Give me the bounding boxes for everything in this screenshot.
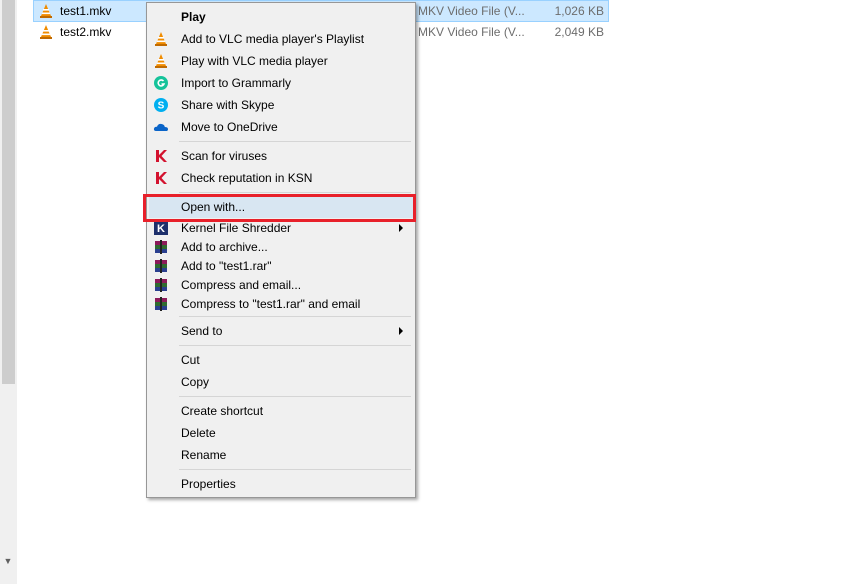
menu-item-move-onedrive[interactable]: Move to OneDrive	[149, 116, 413, 138]
winrar-books-icon	[155, 277, 167, 292]
kaspersky-icon	[156, 150, 167, 162]
submenu-arrow-icon	[399, 223, 403, 232]
vlc-cone-icon	[155, 32, 167, 46]
menu-item-delete[interactable]: Delete	[149, 422, 413, 444]
menu-item-label: Check reputation in KSN	[181, 171, 313, 185]
menu-item-label: Scan for viruses	[181, 149, 268, 163]
menu-item-label: Add to "test1.rar"	[181, 258, 272, 273]
menu-item-play-with-vlc[interactable]: Play with VLC media player	[149, 50, 413, 72]
svg-text:S: S	[158, 101, 165, 112]
menu-item-label: Copy	[181, 375, 210, 389]
menu-item-compress-rar-email[interactable]: Compress to "test1.rar" and email	[149, 294, 413, 313]
menu-separator	[179, 316, 411, 317]
menu-item-add-to-archive[interactable]: Add to archive...	[149, 237, 413, 256]
menu-item-check-ksn[interactable]: Check reputation in KSN	[149, 167, 413, 189]
kaspersky-icon	[156, 172, 167, 184]
menu-separator	[179, 345, 411, 346]
menu-item-add-to-rar[interactable]: Add to "test1.rar"	[149, 256, 413, 275]
menu-item-label: Play	[181, 10, 206, 24]
vlc-cone-icon	[40, 25, 52, 39]
menu-item-label: Delete	[181, 426, 216, 440]
menu-item-send-to[interactable]: Send to	[149, 320, 413, 342]
grammarly-icon	[154, 76, 168, 90]
menu-item-cut[interactable]: Cut	[149, 349, 413, 371]
context-menu: Play Add to VLC media player's Playlist …	[146, 2, 416, 498]
menu-separator	[179, 141, 411, 142]
menu-item-open-with[interactable]: Open with...	[149, 196, 413, 218]
menu-item-label: Import to Grammarly	[181, 76, 292, 90]
winrar-books-icon	[155, 258, 167, 273]
menu-item-label: Move to OneDrive	[181, 120, 278, 134]
menu-item-label: Rename	[181, 448, 227, 462]
menu-item-label: Open with...	[181, 200, 246, 214]
menu-item-kernel-file-shredder[interactable]: K Kernel File Shredder	[149, 218, 413, 237]
onedrive-cloud-icon	[153, 123, 168, 131]
scroll-down-arrow-icon[interactable]: ▼	[3, 556, 13, 566]
menu-item-rename[interactable]: Rename	[149, 444, 413, 466]
menu-item-label: Cut	[181, 353, 200, 367]
menu-item-label: Add to archive...	[181, 239, 268, 254]
file-type: MKV Video File (V...	[418, 4, 525, 18]
menu-item-share-skype[interactable]: S Share with Skype	[149, 94, 413, 116]
file-size: 2,049 KB	[554, 25, 604, 39]
vlc-cone-icon	[40, 4, 52, 18]
scrollbar-thumb[interactable]	[2, 0, 15, 384]
vertical-scrollbar[interactable]: ▼	[0, 0, 17, 584]
menu-item-label: Add to VLC media player's Playlist	[181, 32, 365, 46]
menu-item-compress-email[interactable]: Compress and email...	[149, 275, 413, 294]
menu-item-scan-viruses[interactable]: Scan for viruses	[149, 145, 413, 167]
menu-item-label: Create shortcut	[181, 404, 264, 418]
menu-item-label: Compress and email...	[181, 277, 302, 292]
menu-separator	[179, 192, 411, 193]
skype-icon: S	[154, 98, 168, 112]
menu-item-label: Share with Skype	[181, 98, 275, 112]
submenu-arrow-icon	[399, 327, 403, 335]
menu-separator	[179, 396, 411, 397]
menu-item-play[interactable]: Play	[149, 6, 413, 28]
menu-item-copy[interactable]: Copy	[149, 371, 413, 393]
winrar-books-icon	[155, 296, 167, 311]
menu-item-import-grammarly[interactable]: Import to Grammarly	[149, 72, 413, 94]
menu-item-label: Kernel File Shredder	[181, 220, 292, 235]
winrar-books-icon	[155, 239, 167, 254]
file-size: 1,026 KB	[554, 4, 604, 18]
menu-item-label: Send to	[181, 324, 223, 338]
svg-text:K: K	[157, 223, 165, 235]
file-type: MKV Video File (V...	[418, 25, 525, 39]
menu-item-add-to-vlc-playlist[interactable]: Add to VLC media player's Playlist	[149, 28, 413, 50]
menu-item-label: Play with VLC media player	[181, 54, 328, 68]
kernel-shredder-icon: K	[154, 220, 168, 235]
menu-item-label: Properties	[181, 477, 236, 491]
menu-separator	[179, 469, 411, 470]
menu-item-create-shortcut[interactable]: Create shortcut	[149, 400, 413, 422]
menu-item-properties[interactable]: Properties	[149, 473, 413, 495]
vlc-cone-icon	[155, 54, 167, 68]
menu-item-label: Compress to "test1.rar" and email	[181, 296, 361, 311]
